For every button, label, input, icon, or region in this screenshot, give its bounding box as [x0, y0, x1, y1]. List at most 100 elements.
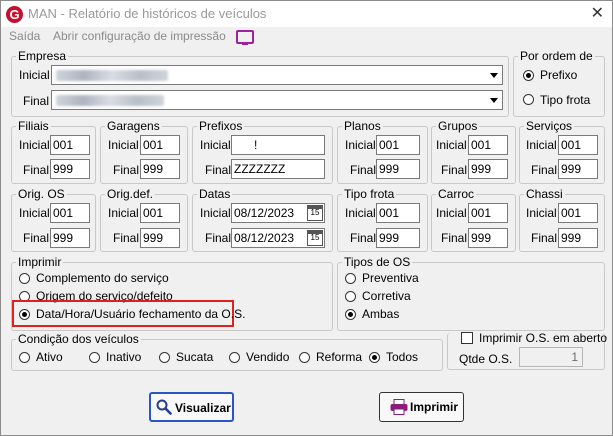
chassi-inicial-input[interactable]: 001 — [558, 203, 598, 223]
menu-abrir-configuracao[interactable]: Abrir configuração de impressão — [53, 29, 226, 43]
chevron-down-icon[interactable] — [486, 67, 501, 83]
ordem-tipo-frota-label: Tipo frota — [540, 93, 591, 107]
orig-os-legend: Orig. OS — [18, 187, 65, 201]
carroc-final-label: Final — [441, 231, 468, 245]
imprimir-aberto-label: Imprimir O.S. em aberto — [479, 331, 608, 345]
servicos-final-label: Final — [531, 163, 558, 177]
empresa-final-select[interactable] — [51, 90, 503, 110]
filiais-final-input[interactable]: 999 — [50, 159, 90, 179]
menu-bar: Saída Abrir configuração de impressão — [1, 27, 612, 47]
tipo-frota-inicial-label: Inicial — [345, 206, 376, 220]
carroc-final-input[interactable]: 999 — [468, 228, 508, 248]
tipo-frota-legend: Tipo frota — [344, 187, 395, 201]
radio-ambas[interactable] — [345, 309, 356, 320]
condicao-legend: Condição dos veículos — [18, 332, 139, 346]
chevron-down-icon[interactable] — [486, 92, 501, 108]
prefixos-inicial-input[interactable]: ! — [231, 135, 325, 155]
orig-def-final-input[interactable]: 999 — [140, 228, 180, 248]
servicos-inicial-input[interactable]: 001 — [558, 135, 598, 155]
radio-reforma[interactable] — [299, 352, 310, 363]
calendar-icon[interactable]: 15 — [307, 230, 323, 246]
grupos-final-label: Final — [441, 163, 468, 177]
calendar-icon[interactable]: 15 — [307, 205, 323, 221]
radio-preventiva[interactable] — [345, 273, 356, 284]
radio-vendido[interactable] — [229, 352, 240, 363]
radio-sucata[interactable] — [159, 352, 170, 363]
garagens-inicial-input[interactable]: 001 — [140, 135, 180, 155]
radio-tipo-frota[interactable] — [523, 94, 534, 105]
filiais-final-label: Final — [23, 163, 50, 177]
garagens-final-input[interactable]: 999 — [140, 159, 180, 179]
filiais-legend: Filiais — [18, 119, 49, 133]
empresa-inicial-value — [56, 70, 168, 81]
orig-def-legend: Orig.def. — [107, 187, 154, 201]
close-icon[interactable]: ✕ — [591, 3, 604, 23]
ordem-legend: Por ordem de — [520, 49, 593, 63]
tipo-frota-inicial-input[interactable]: 001 — [376, 203, 420, 223]
imprimir-aberto-checkbox[interactable] — [461, 332, 473, 344]
window-title: MAN - Relatório de históricos de veículo… — [28, 6, 267, 21]
grupos-inicial-input[interactable]: 001 — [468, 135, 508, 155]
radio-corretiva[interactable] — [345, 291, 356, 302]
planos-final-input[interactable]: 999 — [376, 159, 420, 179]
orig-os-final-label: Final — [23, 231, 50, 245]
filiais-inicial-input[interactable]: 001 — [50, 135, 90, 155]
radio-prefixo[interactable] — [523, 70, 534, 81]
carroc-inicial-label: Inicial — [436, 206, 467, 220]
imprimir-legend: Imprimir — [18, 255, 62, 269]
imprimir-button[interactable]: Imprimir — [379, 392, 464, 422]
chassi-final-label: Final — [531, 231, 558, 245]
imprimir-label: Imprimir — [410, 400, 459, 414]
empresa-inicial-select[interactable] — [51, 65, 503, 85]
radio-inativo[interactable] — [89, 352, 100, 363]
empresa-legend: Empresa — [18, 49, 67, 63]
qtde-os-input[interactable]: 1 — [519, 347, 583, 367]
empresa-final-label: Final — [23, 94, 50, 108]
tipos-os-legend: Tipos de OS — [344, 255, 411, 269]
monitor-icon[interactable] — [236, 30, 254, 45]
grupos-legend: Grupos — [438, 119, 478, 133]
servicos-legend: Serviços — [526, 119, 573, 133]
garagens-final-label: Final — [113, 163, 140, 177]
menu-saida[interactable]: Saída — [9, 29, 40, 43]
carroc-inicial-input[interactable]: 001 — [468, 203, 508, 223]
orig-os-final-input[interactable]: 999 — [50, 228, 90, 248]
chassi-inicial-label: Inicial — [526, 206, 557, 220]
visualizar-button[interactable]: Visualizar — [149, 392, 234, 422]
servicos-final-input[interactable]: 999 — [558, 159, 598, 179]
planos-legend: Planos — [344, 119, 381, 133]
visualizar-label: Visualizar — [175, 401, 231, 415]
grupos-final-input[interactable]: 999 — [468, 159, 508, 179]
magnifier-icon — [156, 399, 172, 415]
datas-legend: Datas — [199, 187, 231, 201]
tipo-frota-final-input[interactable]: 999 — [376, 228, 420, 248]
prefixos-final-input[interactable]: ZZZZZZZ — [231, 159, 325, 179]
printer-icon — [390, 399, 408, 415]
imprimir-complemento-label: Complemento do serviço — [36, 271, 169, 285]
prefixos-final-label: Final — [205, 163, 232, 177]
radio-data-hora-usuario[interactable] — [19, 309, 30, 320]
condicao-todos-label: Todos — [386, 350, 419, 364]
garagens-inicial-label: Inicial — [108, 138, 139, 152]
ordem-prefixo-label: Prefixo — [540, 68, 578, 82]
tipos-os-corretiva-label: Corretiva — [362, 289, 411, 303]
garagens-legend: Garagens — [107, 119, 160, 133]
condicao-reforma-label: Reforma — [316, 350, 363, 364]
orig-os-inicial-input[interactable]: 001 — [50, 203, 90, 223]
imprimir-data-hora-label: Data/Hora/Usuário fechamento da O.S. — [36, 307, 246, 321]
servicos-inicial-label: Inicial — [526, 138, 557, 152]
radio-todos[interactable] — [369, 352, 380, 363]
qtde-os-label: Qtde O.S. — [459, 352, 513, 366]
condicao-vendido-label: Vendido — [246, 350, 290, 364]
datas-inicial-label: Inicial — [200, 206, 231, 220]
planos-inicial-label: Inicial — [345, 138, 376, 152]
prefixos-inicial-label: Inicial — [200, 138, 231, 152]
chassi-final-input[interactable]: 999 — [558, 228, 598, 248]
chassi-legend: Chassi — [526, 187, 563, 201]
condicao-group: Condição dos veículos — [11, 333, 443, 371]
orig-def-inicial-input[interactable]: 001 — [140, 203, 180, 223]
radio-complemento-servico[interactable] — [19, 273, 30, 284]
tipos-os-preventiva-label: Preventiva — [362, 271, 419, 285]
radio-ativo[interactable] — [19, 352, 30, 363]
planos-inicial-input[interactable]: 001 — [376, 135, 420, 155]
